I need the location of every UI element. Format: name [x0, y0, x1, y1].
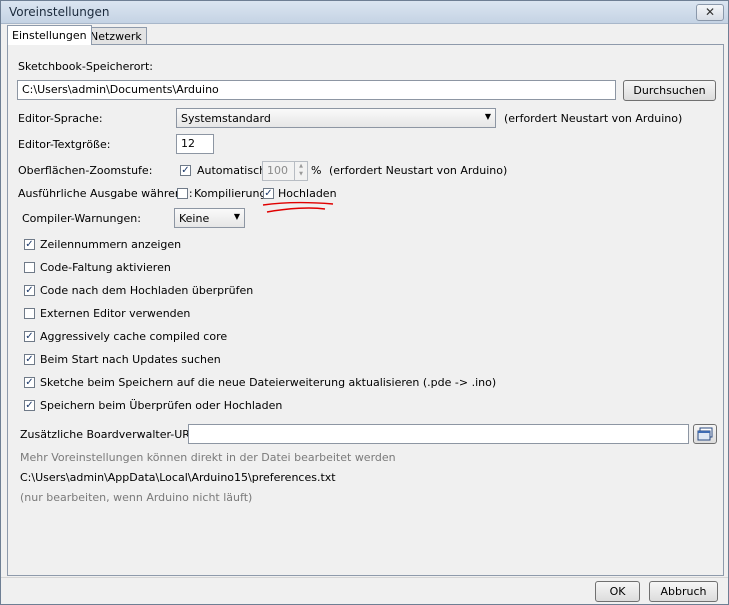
chevron-down-icon: ▼	[233, 212, 240, 221]
zoom-auto-checkbox[interactable]: ✓	[180, 165, 191, 176]
check-icon: ✓	[181, 165, 190, 176]
sketchbook-path-input[interactable]: C:\Users\admin\Documents\Arduino	[17, 80, 616, 100]
option-cache-core-checkbox[interactable]: ✓	[24, 331, 35, 342]
option-save-on-verify-label: Speichern beim Überprüfen oder Hochladen	[40, 399, 283, 412]
window-title: Voreinstellungen	[9, 5, 110, 19]
sketchbook-label: Sketchbook-Speicherort:	[18, 60, 153, 73]
zoom-auto-label: Automatisch	[197, 164, 267, 177]
check-icon: ✓	[25, 377, 34, 388]
font-size-input[interactable]: 12	[176, 134, 214, 154]
verbose-compile-checkbox[interactable]	[177, 188, 188, 199]
board-urls-label: Zusätzliche Boardverwalter-URLs:	[20, 428, 206, 441]
check-icon: ✓	[25, 239, 34, 250]
option-update-extension-label: Sketche beim Speichern auf die neue Date…	[40, 376, 497, 389]
option-code-folding-label: Code-Faltung aktivieren	[40, 261, 171, 274]
check-icon: ✓	[25, 400, 34, 411]
option-save-on-verify-checkbox[interactable]: ✓	[24, 400, 35, 411]
option-update-extension-checkbox[interactable]: ✓	[24, 377, 35, 388]
option-external-editor-checkbox[interactable]	[24, 308, 35, 319]
spinner-arrows[interactable]: ▲ ▼	[294, 162, 307, 180]
editor-language-note: (erfordert Neustart von Arduino)	[504, 112, 683, 125]
compiler-warnings-value: Keine	[179, 212, 210, 225]
preferences-dialog: Voreinstellungen ✕ Einstellungen Netzwer…	[0, 0, 729, 605]
font-size-label: Editor-Textgröße:	[18, 138, 111, 151]
preferences-file-path: C:\Users\admin\AppData\Local\Arduino15\p…	[20, 471, 336, 484]
option-line-numbers-label: Zeilennummern anzeigen	[40, 238, 182, 251]
close-icon: ✕	[704, 5, 716, 19]
zoom-note: (erfordert Neustart von Arduino)	[329, 164, 508, 177]
check-icon: ✓	[25, 285, 34, 296]
compiler-warnings-label: Compiler-Warnungen:	[22, 212, 141, 225]
tab-einstellungen[interactable]: Einstellungen	[7, 25, 92, 45]
option-external-editor-label: Externen Editor verwenden	[40, 307, 191, 320]
option-line-numbers-checkbox[interactable]: ✓	[24, 239, 35, 250]
zoom-value: 100	[267, 164, 288, 177]
cancel-button[interactable]: Abbruch	[649, 581, 718, 602]
zoom-label: Oberflächen-Zoomstufe:	[18, 164, 153, 177]
edit-hint-text: (nur bearbeiten, wenn Arduino nicht läuf…	[20, 491, 253, 504]
title-bar: Voreinstellungen ✕	[1, 1, 728, 24]
board-urls-input[interactable]	[188, 424, 689, 444]
footer-separator	[1, 577, 728, 578]
spin-down-icon: ▼	[299, 171, 303, 177]
zoom-unit: %	[311, 164, 322, 177]
settings-panel: Sketchbook-Speicherort: C:\Users\admin\D…	[7, 44, 724, 576]
option-verify-upload-label: Code nach dem Hochladen überprüfen	[40, 284, 254, 297]
option-verify-upload-checkbox[interactable]: ✓	[24, 285, 35, 296]
tab-netzwerk[interactable]: Netzwerk	[85, 27, 147, 45]
option-check-updates-checkbox[interactable]: ✓	[24, 354, 35, 365]
editor-language-value: Systemstandard	[181, 112, 271, 125]
board-urls-edit-button[interactable]	[693, 424, 717, 444]
verbose-label: Ausführliche Ausgabe während:	[18, 187, 193, 200]
browse-button[interactable]: Durchsuchen	[623, 80, 716, 101]
verbose-compile-label: Kompilierung	[194, 187, 267, 200]
red-underline-annotation	[262, 201, 334, 213]
window-list-icon	[697, 427, 713, 441]
compiler-warnings-select[interactable]: Keine ▼	[174, 208, 245, 228]
spin-up-icon: ▲	[299, 163, 303, 169]
ok-button[interactable]: OK	[595, 581, 640, 602]
check-icon: ✓	[25, 354, 34, 365]
editor-language-label: Editor-Sprache:	[18, 112, 103, 125]
close-button[interactable]: ✕	[696, 4, 724, 21]
editor-language-select[interactable]: Systemstandard ▼	[176, 108, 496, 128]
zoom-value-spinner[interactable]: 100 ▲ ▼	[262, 161, 308, 181]
more-preferences-text: Mehr Voreinstellungen können direkt in d…	[20, 451, 396, 464]
check-icon: ✓	[25, 331, 34, 342]
option-check-updates-label: Beim Start nach Updates suchen	[40, 353, 221, 366]
option-cache-core-label: Aggressively cache compiled core	[40, 330, 228, 343]
option-code-folding-checkbox[interactable]	[24, 262, 35, 273]
chevron-down-icon: ▼	[484, 112, 491, 121]
